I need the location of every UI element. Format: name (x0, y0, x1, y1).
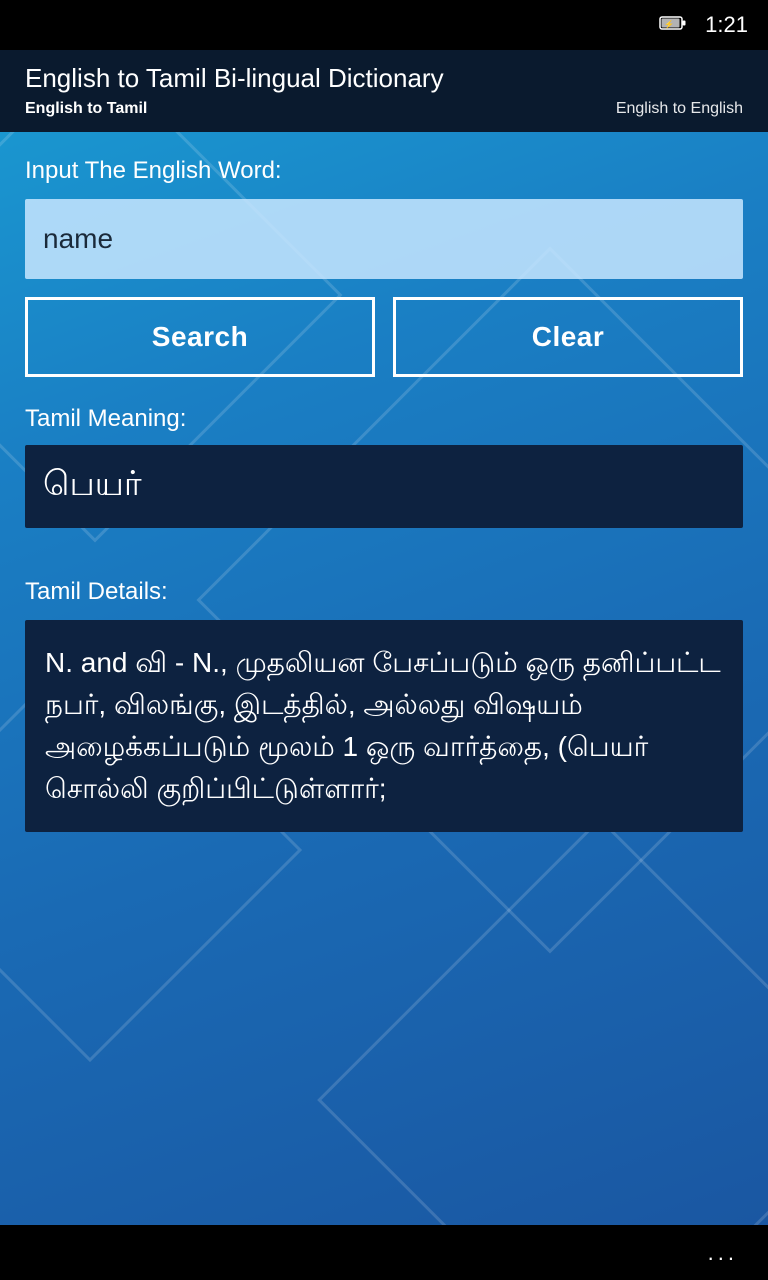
more-options-button[interactable]: ... (708, 1240, 738, 1266)
svg-text:⚡: ⚡ (664, 19, 674, 29)
search-button[interactable]: Search (25, 297, 375, 377)
tab-english-to-english[interactable]: English to English (616, 100, 743, 118)
tab-english-to-tamil[interactable]: English to Tamil (25, 100, 147, 118)
bottom-bar: ... (0, 1225, 768, 1280)
status-bar: ⚡ 1:21 (0, 0, 768, 50)
status-icons: ⚡ 1:21 (659, 12, 748, 38)
buttons-row: Search Clear (25, 297, 743, 377)
clear-button[interactable]: Clear (393, 297, 743, 377)
details-label: Tamil Details: (25, 578, 743, 606)
battery-icon: ⚡ (659, 14, 687, 37)
details-box: N. and வி - N., முதலியன பேசப்படும் ஒரு த… (25, 620, 743, 832)
meaning-label: Tamil Meaning: (25, 405, 743, 433)
details-text: N. and வி - N., முதலியன பேசப்படும் ஒரு த… (45, 647, 721, 804)
time-display: 1:21 (705, 12, 748, 38)
meaning-text: பெயர் (43, 465, 142, 503)
app-title: English to Tamil Bi-lingual Dictionary (25, 62, 743, 96)
main-content: Input The English Word: Search Clear Tam… (0, 132, 768, 852)
input-label: Input The English Word: (25, 157, 743, 185)
app-header: English to Tamil Bi-lingual Dictionary E… (0, 50, 768, 132)
meaning-box: பெயர் (25, 445, 743, 528)
search-input[interactable] (25, 199, 743, 279)
header-tabs: English to Tamil English to English (25, 100, 743, 118)
